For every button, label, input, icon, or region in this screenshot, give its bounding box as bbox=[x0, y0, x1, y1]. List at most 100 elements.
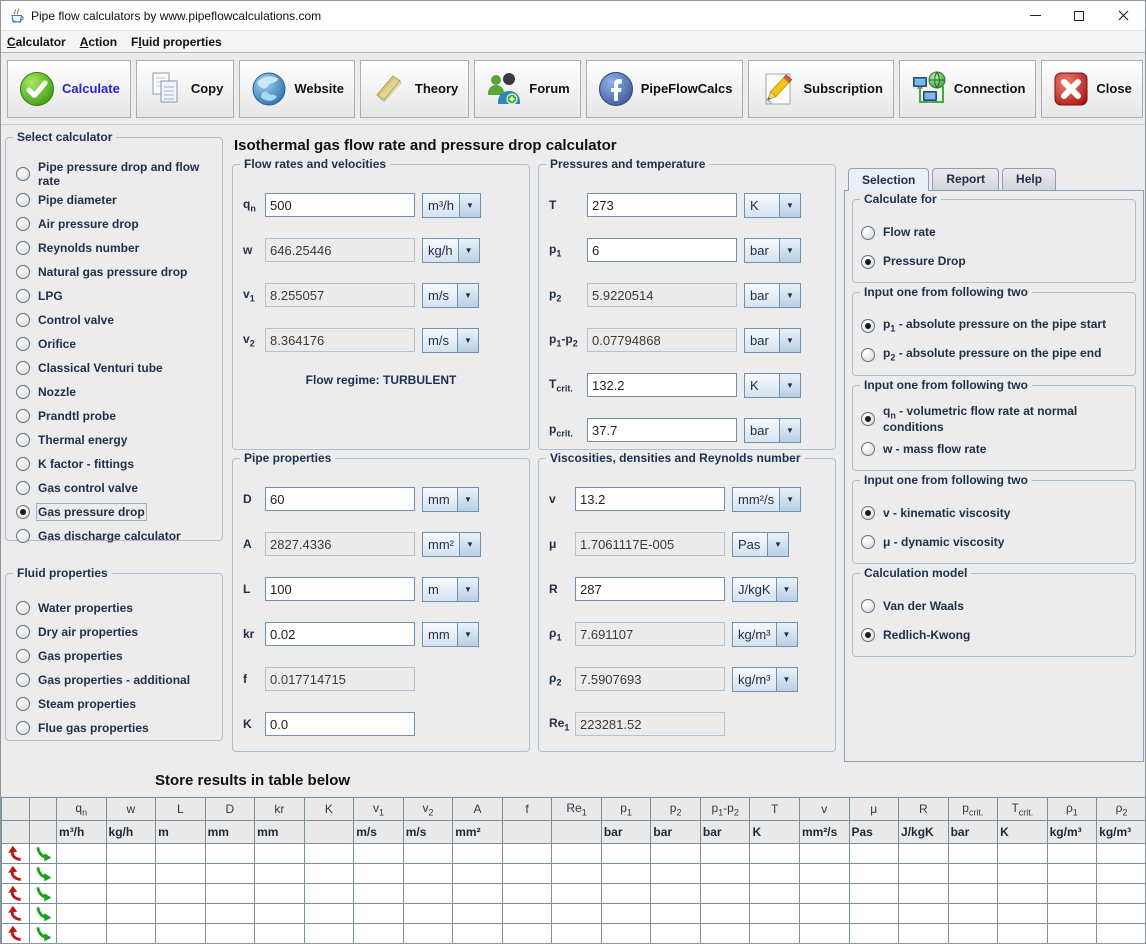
field-input[interactable] bbox=[587, 418, 737, 442]
field-input[interactable] bbox=[265, 238, 415, 262]
close-button[interactable] bbox=[1101, 1, 1145, 30]
field-input[interactable] bbox=[265, 577, 415, 601]
recall-result-button[interactable] bbox=[2, 884, 30, 904]
store-result-button[interactable] bbox=[30, 884, 57, 904]
unit-select[interactable]: m³/h ▼ bbox=[422, 193, 481, 218]
minimize-button[interactable] bbox=[1013, 1, 1057, 30]
unit-select[interactable]: K ▼ bbox=[744, 373, 801, 398]
title-bar[interactable]: Pipe flow calculators by www.pipeflowcal… bbox=[1, 1, 1145, 31]
unit-select[interactable]: bar ▼ bbox=[744, 238, 801, 263]
unit-select[interactable]: kg/m³ ▼ bbox=[732, 622, 798, 647]
calculator-option[interactable]: Thermal energy bbox=[16, 428, 212, 452]
calculator-option[interactable]: Gas control valve bbox=[16, 476, 212, 500]
website-button[interactable]: Website bbox=[239, 60, 355, 118]
forum-button[interactable]: Forum bbox=[474, 60, 580, 118]
unit-select[interactable]: kg/h ▼ bbox=[422, 238, 480, 263]
unit-select[interactable]: bar ▼ bbox=[744, 328, 801, 353]
recall-result-button[interactable] bbox=[2, 924, 30, 944]
field-input[interactable] bbox=[265, 193, 415, 217]
store-result-button[interactable] bbox=[30, 904, 57, 924]
unit-select[interactable]: mm² ▼ bbox=[422, 532, 481, 557]
calculator-option[interactable]: Pipe diameter bbox=[16, 188, 212, 212]
recall-result-button[interactable] bbox=[2, 904, 30, 924]
option-radio[interactable]: p1 - absolute pressure on the pipe start bbox=[861, 311, 1127, 340]
field-input[interactable] bbox=[587, 283, 737, 307]
copy-button[interactable]: Copy bbox=[136, 60, 235, 118]
calculator-option[interactable]: K factor - fittings bbox=[16, 452, 212, 476]
store-result-button[interactable] bbox=[30, 864, 57, 884]
field-input[interactable] bbox=[575, 532, 725, 556]
unit-select[interactable]: mm ▼ bbox=[422, 622, 479, 647]
calculator-option[interactable]: LPG bbox=[16, 284, 212, 308]
option-radio[interactable]: Redlich-Kwong bbox=[861, 621, 1127, 650]
field-input[interactable] bbox=[575, 487, 725, 511]
field-input[interactable] bbox=[265, 283, 415, 307]
field-input[interactable] bbox=[265, 532, 415, 556]
menu-calculator[interactable]: Calculator bbox=[7, 35, 66, 49]
calculator-option[interactable]: Gas pressure drop bbox=[16, 500, 212, 524]
field-input[interactable] bbox=[587, 193, 737, 217]
calculator-option[interactable]: Gas discharge calculator bbox=[16, 524, 212, 548]
calculator-option[interactable]: Orifice bbox=[16, 332, 212, 356]
field-input[interactable] bbox=[575, 577, 725, 601]
unit-select[interactable]: m/s ▼ bbox=[422, 283, 479, 308]
connection-button[interactable]: Connection bbox=[899, 60, 1037, 118]
close-app-button[interactable]: Close bbox=[1041, 60, 1142, 118]
calculator-option[interactable]: Nozzle bbox=[16, 380, 212, 404]
unit-select[interactable]: Pas ▼ bbox=[732, 532, 789, 557]
tab[interactable]: Report bbox=[932, 168, 999, 190]
field-input[interactable] bbox=[575, 667, 725, 691]
unit-select[interactable]: bar ▼ bbox=[744, 418, 801, 443]
fluid-option[interactable]: Water properties bbox=[16, 596, 212, 620]
calculator-option[interactable]: Natural gas pressure drop bbox=[16, 260, 212, 284]
option-radio[interactable]: Pressure Drop bbox=[861, 247, 1127, 276]
theory-button[interactable]: Theory bbox=[360, 60, 469, 118]
calculator-option[interactable]: Classical Venturi tube bbox=[16, 356, 212, 380]
field-input[interactable] bbox=[265, 622, 415, 646]
tab[interactable]: Help bbox=[1002, 168, 1056, 190]
calculate-button[interactable]: Calculate bbox=[7, 60, 131, 118]
unit-select[interactable]: K ▼ bbox=[744, 193, 801, 218]
store-result-button[interactable] bbox=[30, 924, 57, 944]
fluid-option[interactable]: Gas properties bbox=[16, 644, 212, 668]
calculator-option[interactable]: Control valve bbox=[16, 308, 212, 332]
option-radio[interactable]: Van der Waals bbox=[861, 592, 1127, 621]
field-input[interactable] bbox=[265, 712, 415, 736]
unit-select[interactable]: mm ▼ bbox=[422, 487, 479, 512]
recall-result-button[interactable] bbox=[2, 864, 30, 884]
unit-select[interactable]: kg/m³ ▼ bbox=[732, 667, 798, 692]
option-radio[interactable]: v - kinematic viscosity bbox=[861, 499, 1127, 528]
field-input[interactable] bbox=[265, 328, 415, 352]
option-radio[interactable]: w - mass flow rate bbox=[861, 435, 1127, 464]
option-radio[interactable]: Flow rate bbox=[861, 218, 1127, 247]
subscription-button[interactable]: Subscription bbox=[748, 60, 893, 118]
menu-fluid-properties[interactable]: Fluid properties bbox=[131, 35, 222, 49]
pipeflowcalcs-button[interactable]: PipeFlowCalcs bbox=[586, 60, 744, 118]
unit-select[interactable]: J/kgK ▼ bbox=[732, 577, 798, 602]
tab[interactable]: Selection bbox=[848, 168, 929, 191]
field-input[interactable] bbox=[587, 328, 737, 352]
field-input[interactable] bbox=[587, 238, 737, 262]
fluid-option[interactable]: Steam properties bbox=[16, 692, 212, 716]
menu-action[interactable]: Action bbox=[80, 35, 117, 49]
field-input[interactable] bbox=[575, 712, 725, 736]
calculator-option[interactable]: Pipe pressure drop and flow rate bbox=[16, 160, 212, 188]
recall-result-button[interactable] bbox=[2, 844, 30, 864]
field-input[interactable] bbox=[575, 622, 725, 646]
calculator-option[interactable]: Reynolds number bbox=[16, 236, 212, 260]
unit-select[interactable]: bar ▼ bbox=[744, 283, 801, 308]
field-input[interactable] bbox=[265, 487, 415, 511]
maximize-button[interactable] bbox=[1057, 1, 1101, 30]
fluid-option[interactable]: Flue gas properties bbox=[16, 716, 212, 740]
calculator-option[interactable]: Prandtl probe bbox=[16, 404, 212, 428]
calculator-option[interactable]: Air pressure drop bbox=[16, 212, 212, 236]
fluid-option[interactable]: Gas properties - additional bbox=[16, 668, 212, 692]
field-input[interactable] bbox=[265, 667, 415, 691]
option-radio[interactable]: p2 - absolute pressure on the pipe end bbox=[861, 340, 1127, 369]
unit-select[interactable]: m ▼ bbox=[422, 577, 479, 602]
field-input[interactable] bbox=[587, 373, 737, 397]
option-radio[interactable]: μ - dynamic viscosity bbox=[861, 528, 1127, 557]
fluid-option[interactable]: Dry air properties bbox=[16, 620, 212, 644]
unit-select[interactable]: mm²/s ▼ bbox=[732, 487, 801, 512]
unit-select[interactable]: m/s ▼ bbox=[422, 328, 479, 353]
